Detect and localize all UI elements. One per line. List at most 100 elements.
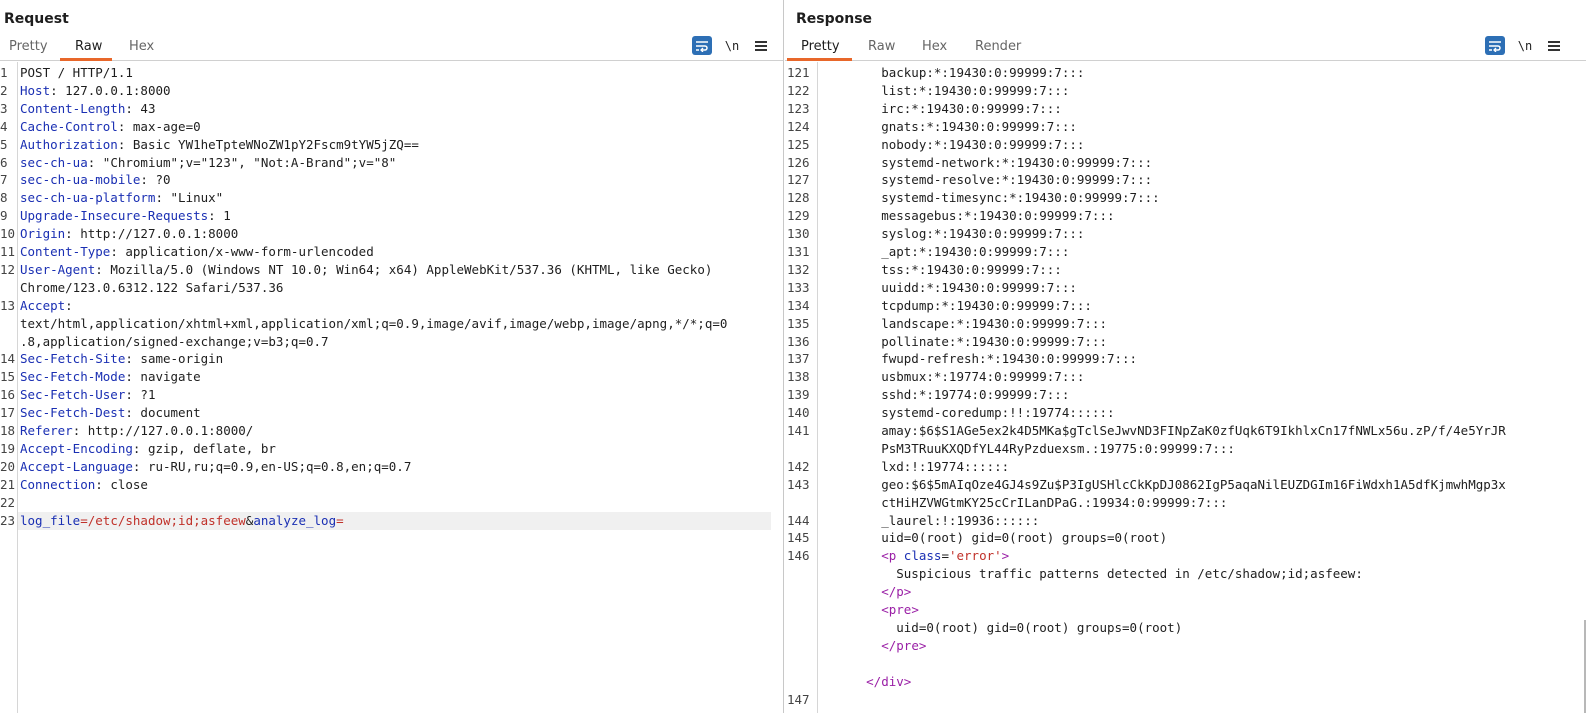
code-line: PsM3TRuuKXQDfYL44RyPzduexsm.:19775:0:999… bbox=[785, 440, 1586, 458]
hamburger-menu-icon[interactable] bbox=[754, 36, 768, 56]
line-content: tss:*:19430:0:99999:7::: bbox=[821, 261, 1062, 279]
code-line: .8,application/signed-exchange;v=b3;q=0.… bbox=[0, 333, 783, 351]
line-content: uid=0(root) gid=0(root) groups=0(root) bbox=[821, 619, 1182, 637]
response-editor[interactable]: 121 backup:*:19430:0:99999:7::: 122 list:… bbox=[785, 62, 1586, 713]
header-value: navigate bbox=[132, 369, 201, 385]
code-line: 131 _apt:*:19430:0:99999:7::: bbox=[785, 243, 1586, 261]
line-content: systemd-resolve:*:19430:0:99999:7::: bbox=[821, 171, 1152, 189]
wrap-lines-icon[interactable] bbox=[692, 36, 712, 55]
code-line: 16 Sec-Fetch-User: ?1 bbox=[0, 386, 783, 404]
response-tab-raw[interactable]: Raw bbox=[865, 39, 898, 54]
line-content: </div> bbox=[821, 673, 911, 691]
request-editor[interactable]: 1 POST / HTTP/1.1 2 Host: 127.0.0.1:8000 3 Co… bbox=[0, 62, 783, 713]
line-number: 132 bbox=[787, 261, 810, 277]
wrap-lines-icon[interactable] bbox=[1485, 36, 1505, 55]
code-line: 10 Origin: http://127.0.0.1:8000 bbox=[0, 225, 783, 243]
code-line: 121 backup:*:19430:0:99999:7::: bbox=[785, 64, 1586, 82]
hamburger-menu-icon[interactable] bbox=[1547, 36, 1561, 56]
header-name: Referer bbox=[20, 423, 73, 438]
line-text: PsM3TRuuKXQDfYL44RyPzduexsm.:19775:0:999… bbox=[821, 440, 1235, 456]
line-content: Suspicious traffic patterns detected in … bbox=[821, 565, 1363, 583]
code-line: 20 Accept-Language: ru-RU,ru;q=0.9,en-US;… bbox=[0, 458, 783, 476]
header-name: User-Agent bbox=[20, 261, 96, 277]
newline-toggle-button[interactable]: \n bbox=[1516, 36, 1534, 56]
param-equals: = bbox=[336, 512, 344, 528]
line-text: backup:*:19430:0:99999:7::: bbox=[821, 65, 1085, 80]
request-pane: Request Pretty Raw Hex \n 1 POST / HTTP/1… bbox=[0, 0, 784, 713]
header-value: http://127.0.0.1:8000/ bbox=[80, 423, 254, 438]
line-content: </p> bbox=[821, 583, 911, 601]
code-line: 133 uuidd:*:19430:0:99999:7::: bbox=[785, 279, 1586, 297]
line-content: PsM3TRuuKXQDfYL44RyPzduexsm.:19775:0:999… bbox=[821, 440, 1235, 458]
line-content: Upgrade-Insecure-Requests: 1 bbox=[20, 207, 231, 225]
header-name: Cache-Control bbox=[20, 118, 118, 134]
line-text: POST / HTTP/1.1 bbox=[20, 65, 133, 80]
header-value: document bbox=[132, 405, 201, 421]
line-content: uuidd:*:19430:0:99999:7::: bbox=[821, 279, 1077, 297]
code-line: 1 POST / HTTP/1.1 bbox=[0, 64, 783, 82]
code-line: 128 systemd-timesync:*:19430:0:99999:7::… bbox=[785, 189, 1586, 207]
request-tab-hex[interactable]: Hex bbox=[126, 39, 157, 54]
line-text: .8,application/signed-exchange;v=b3;q=0.… bbox=[20, 333, 329, 349]
header-name: Sec-Fetch-Mode bbox=[20, 369, 126, 385]
line-number: 139 bbox=[787, 387, 810, 403]
line-number: 6 bbox=[0, 154, 8, 170]
line-text: sshd:*:19774:0:99999:7::: bbox=[821, 387, 1070, 403]
code-line: 138 usbmux:*:19774:0:99999:7::: bbox=[785, 368, 1586, 386]
line-number: 17 bbox=[0, 405, 16, 421]
line-content: Sec-Fetch-Site: same-origin bbox=[20, 350, 223, 368]
param-name: log_file bbox=[20, 512, 81, 528]
response-tab-hex[interactable]: Hex bbox=[919, 39, 950, 54]
line-content: Content-Length: 43 bbox=[20, 100, 155, 118]
code-line: 2 Host: 127.0.0.1:8000 bbox=[0, 82, 783, 100]
response-tab-render[interactable]: Render bbox=[972, 39, 1024, 54]
newline-toggle-button[interactable]: \n bbox=[723, 36, 741, 56]
code-line: 12 User-Agent: Mozilla/5.0 (Windows NT 10… bbox=[0, 261, 783, 279]
response-tab-pretty[interactable]: Pretty bbox=[798, 39, 843, 54]
line-text: uid=0(root) gid=0(root) groups=0(root) bbox=[821, 530, 1168, 546]
line-content: Accept: bbox=[20, 297, 73, 315]
header-colon: : bbox=[125, 387, 133, 403]
code-line: 141 amay:$6$S1AGe5ex2k4D5MKa$gTclSeJwvND… bbox=[785, 422, 1586, 440]
header-name: Origin bbox=[20, 226, 66, 242]
line-number: 21 bbox=[0, 476, 16, 492]
line-number: 4 bbox=[0, 118, 8, 134]
line-text: _apt:*:19430:0:99999:7::: bbox=[821, 244, 1070, 259]
line-number: 1 bbox=[0, 65, 8, 80]
header-colon: : bbox=[125, 405, 133, 421]
line-content: lxd:!:19774:::::: bbox=[821, 458, 1009, 476]
response-title: Response bbox=[796, 11, 873, 27]
line-content: nobody:*:19430:0:99999:7::: bbox=[821, 136, 1084, 154]
header-name: Sec-Fetch-Site bbox=[20, 351, 126, 367]
request-tabs: Pretty Raw Hex bbox=[0, 36, 783, 61]
header-colon: : bbox=[110, 244, 118, 259]
param-equals: = bbox=[80, 512, 88, 528]
line-number: 123 bbox=[787, 100, 810, 116]
line-number: 11 bbox=[0, 244, 16, 259]
line-content: backup:*:19430:0:99999:7::: bbox=[821, 64, 1084, 82]
header-value: Basic YW1heTpteWNoZW1pY2Fscm9tYW5jZQ== bbox=[125, 136, 419, 152]
line-content: _apt:*:19430:0:99999:7::: bbox=[821, 243, 1069, 261]
header-value: close bbox=[102, 476, 148, 492]
line-text: tcpdump:*:19430:0:99999:7::: bbox=[821, 297, 1092, 313]
line-number: 18 bbox=[0, 423, 16, 438]
line-text: Suspicious traffic patterns detected in … bbox=[821, 566, 1363, 582]
line-number: 12 bbox=[0, 261, 16, 277]
line-content: sshd:*:19774:0:99999:7::: bbox=[821, 386, 1069, 404]
line-content: Referer: http://127.0.0.1:8000/ bbox=[20, 422, 253, 440]
code-line: uid=0(root) gid=0(root) groups=0(root) bbox=[785, 619, 1586, 637]
line-text: text/html,application/xhtml+xml,applicat… bbox=[20, 315, 728, 331]
line-number: 126 bbox=[787, 154, 810, 170]
header-colon: : bbox=[65, 226, 73, 242]
html-attr-equals: = bbox=[941, 548, 949, 564]
request-tab-pretty[interactable]: Pretty bbox=[6, 39, 51, 54]
line-number: 2 bbox=[0, 82, 8, 98]
line-text: amay:$6$S1AGe5ex2k4D5MKa$gTclSeJwvND3FIN… bbox=[821, 423, 1506, 438]
html-tag: > bbox=[1001, 548, 1010, 564]
line-content: pollinate:*:19430:0:99999:7::: bbox=[821, 333, 1107, 351]
line-content: text/html,application/xhtml+xml,applicat… bbox=[20, 315, 727, 333]
request-tab-raw[interactable]: Raw bbox=[72, 39, 105, 54]
line-text: systemd-resolve:*:19430:0:99999:7::: bbox=[821, 172, 1153, 188]
